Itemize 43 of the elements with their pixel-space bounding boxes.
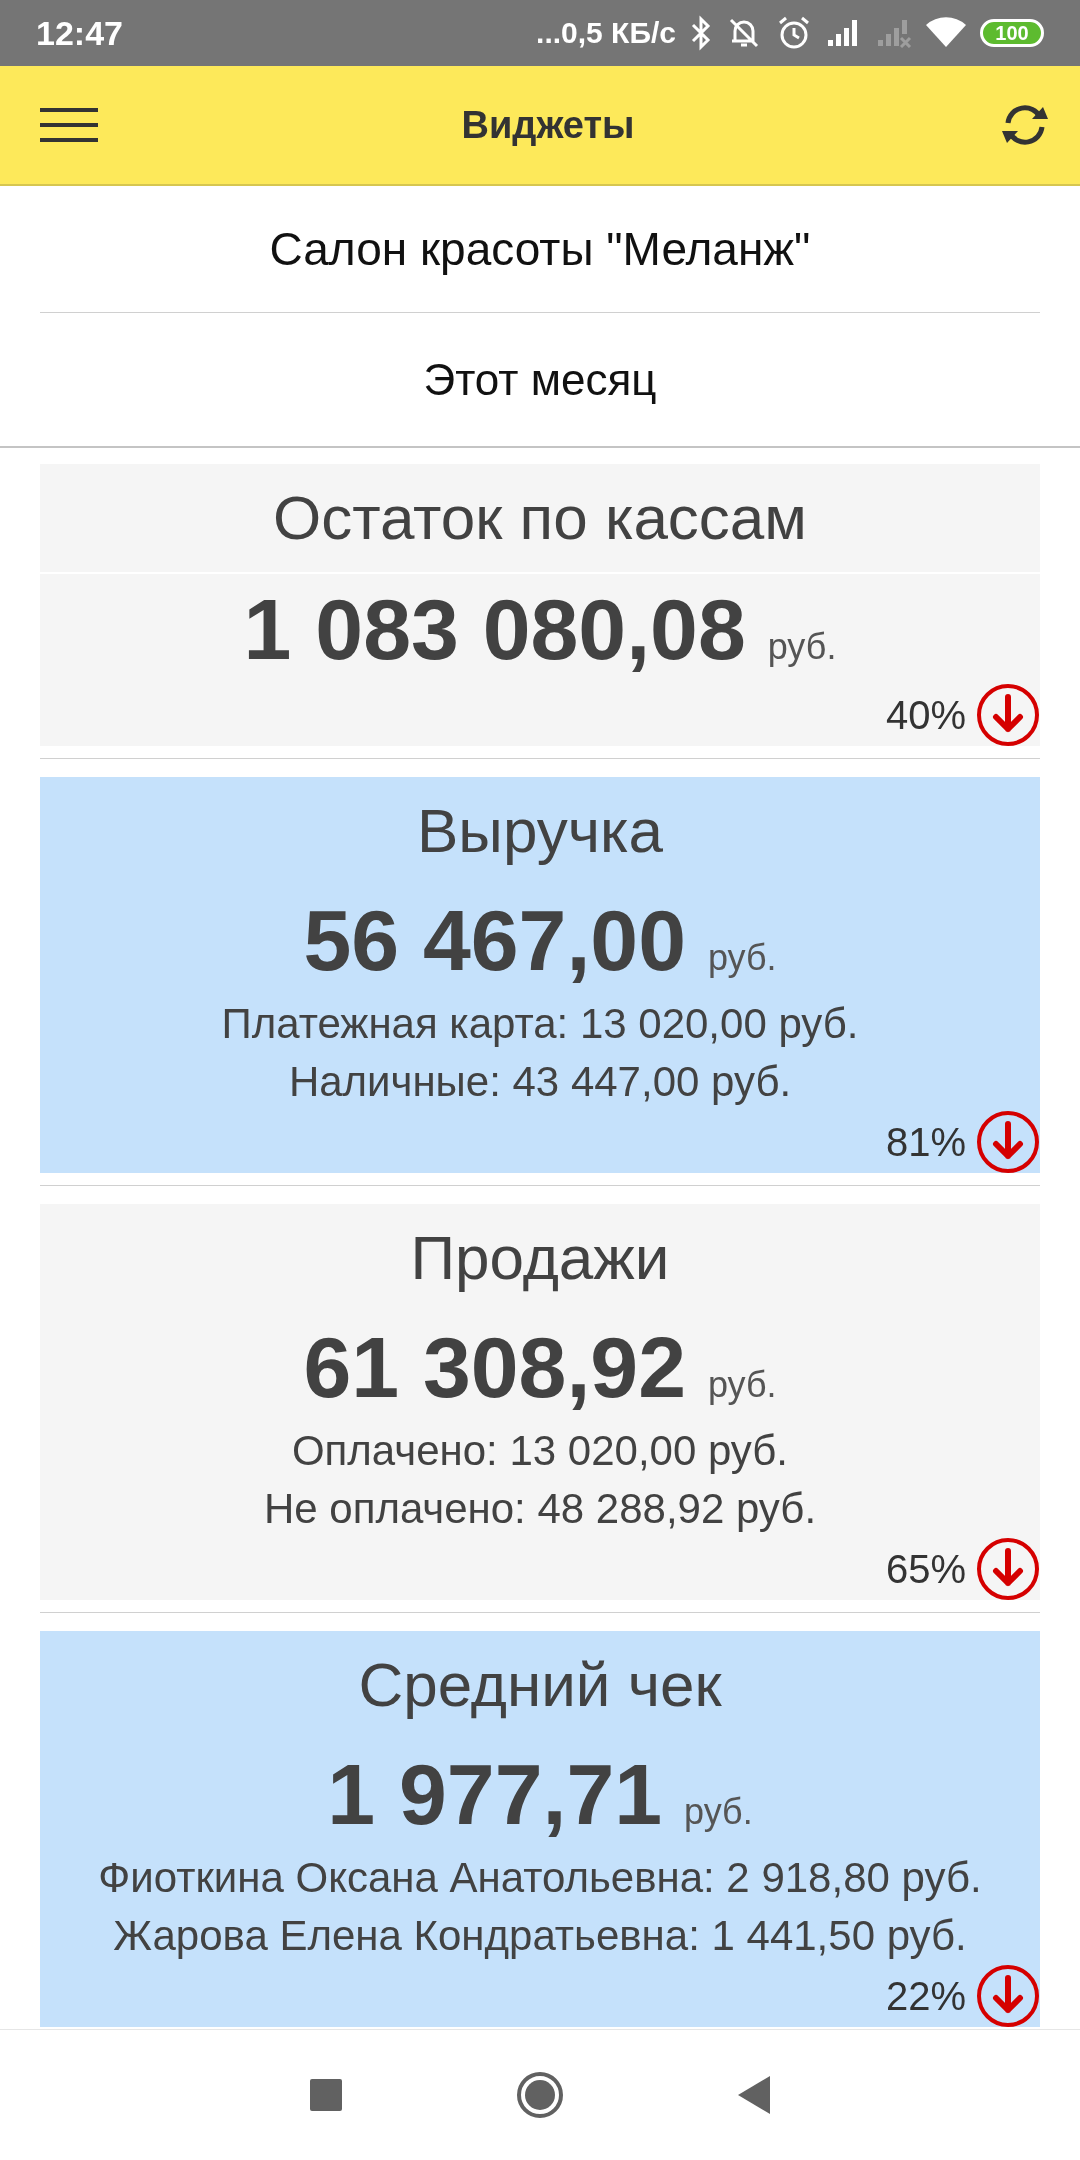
square-icon — [310, 2079, 342, 2111]
widget-title: Остаток по кассам — [273, 482, 807, 554]
widget-card[interactable]: Остаток по кассам 1 083 080,08 руб. 40% — [40, 464, 1040, 746]
currency-label: руб. — [767, 626, 837, 668]
clock-time: 12:47 — [36, 13, 123, 53]
period-label[interactable]: Этот месяц — [423, 354, 657, 405]
widget-amount: 1 083 080,08 — [243, 580, 746, 679]
widget-detail: Оплачено: 13 020,00 руб. — [291, 1426, 789, 1476]
currency-label: руб. — [707, 937, 777, 979]
change-percent: 81% — [885, 1119, 966, 1165]
widget-detail: Не оплачено: 48 288,92 руб. — [263, 1484, 817, 1534]
widget-detail: Наличные: 43 447,00 руб. — [288, 1057, 792, 1107]
home-button[interactable] — [516, 2071, 564, 2119]
menu-button[interactable] — [40, 107, 98, 143]
widget-amount: 1 977,71 — [327, 1745, 663, 1844]
widget-amount: 61 308,92 — [303, 1318, 686, 1417]
widget-detail: Платежная карта: 13 020,00 руб. — [221, 999, 859, 1049]
alarm-clock-icon — [776, 15, 812, 51]
widget-title: Средний чек — [358, 1649, 722, 1721]
widget-title: Продажи — [410, 1222, 670, 1294]
change-percent: 22% — [885, 1973, 966, 2019]
currency-label: руб. — [707, 1364, 777, 1406]
wifi-icon — [926, 17, 966, 49]
network-speed: ...0,5 КБ/с — [536, 16, 676, 50]
battery-icon: 100 — [980, 19, 1044, 47]
back-triangle-icon — [738, 2076, 770, 2114]
widget-amount: 56 467,00 — [303, 891, 686, 990]
widget-card[interactable]: Выручка 56 467,00 руб. Платежная карта: 13 020,00 руб. Наличные: 43 447,00 руб. 81% — [40, 777, 1040, 1173]
menu-icon — [40, 107, 98, 143]
change-percent: 65% — [885, 1546, 966, 1592]
back-button[interactable] — [738, 2076, 770, 2114]
widget-detail: Жарова Елена Кондратьевна: 1 441,50 руб. — [113, 1911, 967, 1961]
screen-title: Виджеты — [460, 103, 636, 147]
currency-label: руб. — [684, 1791, 753, 1833]
home-circle-icon — [516, 2071, 564, 2119]
bluetooth-icon — [690, 15, 712, 51]
no-signal-icon — [876, 18, 912, 48]
widget-title: Выручка — [417, 795, 663, 867]
widget-detail: Фиоткина Оксана Анатольевна: 2 918,80 руб. — [98, 1853, 982, 1903]
widget-card[interactable]: Средний чек 1 977,71 руб. Фиоткина Оксана Анатольевна: 2 918,80 руб. Жарова Елена Кондратьевна: 1 441,50 руб. 22% — [40, 1631, 1040, 2027]
widget-card[interactable]: Продажи 61 308,92 руб. Оплачено: 13 020,00 руб. Не оплачено: 48 288,92 руб. 65% — [40, 1204, 1040, 1600]
organization-name: Салон красоты "Меланж" — [269, 222, 811, 276]
change-percent: 40% — [885, 692, 966, 738]
